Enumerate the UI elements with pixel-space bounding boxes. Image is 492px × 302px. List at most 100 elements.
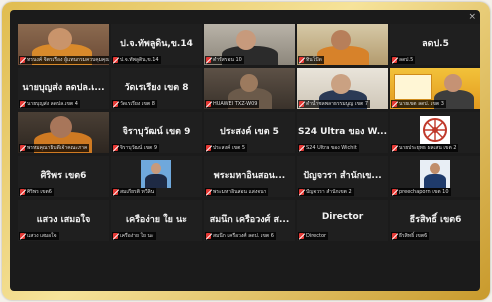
- participant-tile[interactable]: แสวง เสมอใจ แสวง เสมอใจ: [18, 200, 109, 241]
- participant-grid: ทรนงค์ จิตรเรือง ผู้แทนกรมควบคุมคุณภาพสิ…: [18, 24, 480, 285]
- participant-label: ประสงค์ เขต 5: [205, 144, 248, 152]
- participant-tile[interactable]: ดำน้ำชลพลาธรรมนูญ เขต 7: [297, 68, 388, 109]
- participant-label: ธีรสิทธิ์ เขต6: [391, 232, 430, 240]
- participant-tile[interactable]: พรหมคุณาธิบดีเจ้าคณะภาค: [18, 112, 109, 153]
- participant-label: ศิริพร เขต6: [19, 188, 54, 196]
- participant-head: [331, 30, 351, 50]
- gold-frame: × ทรนงค์ จิตรเรือง ผู้แทนกรมควบคุมคุณภาพ…: [2, 2, 490, 300]
- participant-label: Director: [298, 232, 329, 240]
- participant-tile[interactable]: วัดเรเรียง เขต 8 วัดเรเรียง เขต 8: [111, 68, 202, 109]
- participant-tile[interactable]: Director Director: [297, 200, 388, 241]
- participant-tile[interactable]: นายเขต ลดป. เขต 3: [390, 68, 480, 109]
- participant-name: ธีรสิทธิ์ เขต6: [409, 215, 462, 225]
- participant-tile[interactable]: ประสงค์ เขต 5 ประสงค์ เขต 5: [204, 112, 295, 153]
- participant-label: ลดป.5: [391, 56, 416, 64]
- participant-head: [430, 163, 440, 174]
- participant-label: เครือง่าย ใย นะ: [112, 232, 156, 240]
- participant-head: [50, 116, 72, 138]
- participant-name: วัดเรเรียง เขต 8: [124, 83, 189, 93]
- close-icon[interactable]: ×: [468, 12, 476, 22]
- participant-label: จิราบุวัฒน์ เขต 9: [112, 144, 160, 152]
- muted-mic-icon: [20, 145, 25, 151]
- muted-mic-icon: [113, 57, 118, 63]
- muted-mic-icon: [392, 233, 397, 239]
- participant-tile[interactable]: ลดป.5 ลดป.5: [390, 24, 480, 65]
- muted-mic-icon: [206, 57, 211, 63]
- participant-head: [240, 74, 258, 92]
- participant-head: [151, 163, 161, 174]
- muted-mic-icon: [20, 57, 25, 63]
- participant-tile[interactable]: ปัญจวรา สำนักเข... ปัญจวรา สำนักเขต 2: [297, 156, 388, 197]
- participant-label: ดำน้ำชลพลาธรรมนูญ เขต 7: [298, 100, 371, 108]
- participant-tile[interactable]: จิราบุวัฒน์ เขต 9 จิราบุวัฒน์ เขต 9: [111, 112, 202, 153]
- participant-tile[interactable]: ทรนงค์ จิตรเรือง ผู้แทนกรมควบคุมคุณภาพสิ…: [18, 24, 109, 65]
- participant-tile[interactable]: สมนึก เครือวงศ์ ส... สมนึก เครือวงศ์ ลดป…: [204, 200, 295, 241]
- participant-name: ศิริพร เขต6: [40, 171, 87, 181]
- participant-label: นายประยุทธ ผลเสน เขต 2: [391, 144, 459, 152]
- muted-mic-icon: [299, 233, 304, 239]
- participant-tile[interactable]: สมเกียรติ ทวีลิน: [111, 156, 202, 197]
- muted-mic-icon: [299, 145, 304, 151]
- participant-label: ทรนงค์ จิตรเรือง ผู้แทนกรมควบคุมคุณภาพสิ…: [19, 56, 109, 64]
- participant-label: preechaporn เขต 10: [391, 188, 451, 196]
- participant-label: นายเขต ลดป. เขต 3: [391, 100, 446, 108]
- poster-banner: [394, 74, 432, 100]
- muted-mic-icon: [206, 189, 211, 195]
- participant-name: S24 Ultra ของ W...: [297, 127, 387, 137]
- participant-name: แสวง เสมอใจ: [36, 215, 91, 225]
- participant-tile[interactable]: HUAWEI TXZ-W09: [204, 68, 295, 109]
- participant-label: S24 Ultra ของ Wichit: [298, 144, 359, 152]
- participant-tile-active-speaker[interactable]: ทินโป้ด: [297, 24, 388, 65]
- participant-tile[interactable]: เครือง่าย ใย นะ เครือง่าย ใย นะ: [111, 200, 202, 241]
- muted-mic-icon: [113, 233, 118, 239]
- participant-label: แสวง เสมอใจ: [19, 232, 59, 240]
- participant-label: ปัญจวรา สำนักเขต 2: [298, 188, 354, 196]
- muted-mic-icon: [20, 233, 25, 239]
- participant-name: ประสงค์ เขต 5: [220, 127, 279, 137]
- participant-label: ดำรัสรอน 10: [205, 56, 244, 64]
- muted-mic-icon: [392, 101, 397, 107]
- participant-tile[interactable]: S24 Ultra ของ W... S24 Ultra ของ Wichit: [297, 112, 388, 153]
- participant-name: สมนึก เครือวงศ์ ส...: [209, 215, 290, 225]
- participant-body: [145, 174, 167, 188]
- muted-mic-icon: [113, 101, 118, 107]
- participant-label: วัดเรเรียง เขต 8: [112, 100, 157, 108]
- participant-tile[interactable]: นายประยุทธ ผลเสน เขต 2: [390, 112, 480, 153]
- muted-mic-icon: [206, 101, 211, 107]
- muted-mic-icon: [206, 145, 211, 151]
- participant-name: ลดป.5: [422, 39, 449, 49]
- participant-label: พระมหาอินสอน แสงจนา: [205, 188, 269, 196]
- participant-tile[interactable]: preechaporn เขต 10: [390, 156, 480, 197]
- participant-tile[interactable]: พระมหาอินสอน... พระมหาอินสอน แสงจนา: [204, 156, 295, 197]
- participant-label: นายบุญส่ง ลดปล.เขต 4: [19, 100, 80, 108]
- muted-mic-icon: [299, 101, 304, 107]
- participant-label: สมเกียรติ ทวีลิน: [112, 188, 157, 196]
- participant-tile[interactable]: ศิริพร เขต6 ศิริพร เขต6: [18, 156, 109, 197]
- muted-mic-icon: [392, 57, 397, 63]
- profile-photo-avatar: [420, 160, 450, 188]
- participant-name: นายบุญส่ง ลดปล.เ...: [22, 83, 105, 93]
- participant-tile[interactable]: นายบุญส่ง ลดปล.เ... นายบุญส่ง ลดปล.เขต 4: [18, 68, 109, 109]
- participant-label: พรหมคุณาธิบดีเจ้าคณะภาค: [19, 144, 90, 152]
- muted-mic-icon: [113, 189, 118, 195]
- participant-name: ปัญจวรา สำนักเข...: [303, 171, 382, 181]
- muted-mic-icon: [299, 57, 304, 63]
- participant-name: เครือง่าย ใย นะ: [126, 215, 187, 225]
- muted-mic-icon: [392, 189, 397, 195]
- participant-tile[interactable]: ดำรัสรอน 10: [204, 24, 295, 65]
- participant-name: Director: [321, 212, 364, 222]
- participant-head: [48, 28, 72, 50]
- muted-mic-icon: [113, 145, 118, 151]
- participant-body: [424, 174, 446, 188]
- muted-mic-icon: [392, 145, 397, 151]
- participant-head: [444, 74, 462, 92]
- participant-tile[interactable]: ป.จ.ทัพลูดิน,ข.14 ป.จ.ทัพลูดิน,ข.14: [111, 24, 202, 65]
- participant-label: สมนึก เครือวงศ์ ลดป. เขต 6: [205, 232, 276, 240]
- participant-name: จิราบุวัฒน์ เขต 9: [122, 127, 191, 137]
- participant-tile[interactable]: ธีรสิทธิ์ เขต6 ธีรสิทธิ์ เขต6: [390, 200, 480, 241]
- participant-label: ทินโป้ด: [298, 56, 324, 64]
- muted-mic-icon: [206, 233, 211, 239]
- muted-mic-icon: [20, 101, 25, 107]
- meeting-window: × ทรนงค์ จิตรเรือง ผู้แทนกรมควบคุมคุณภาพ…: [10, 10, 480, 291]
- dharma-wheel-avatar-icon: [420, 116, 450, 144]
